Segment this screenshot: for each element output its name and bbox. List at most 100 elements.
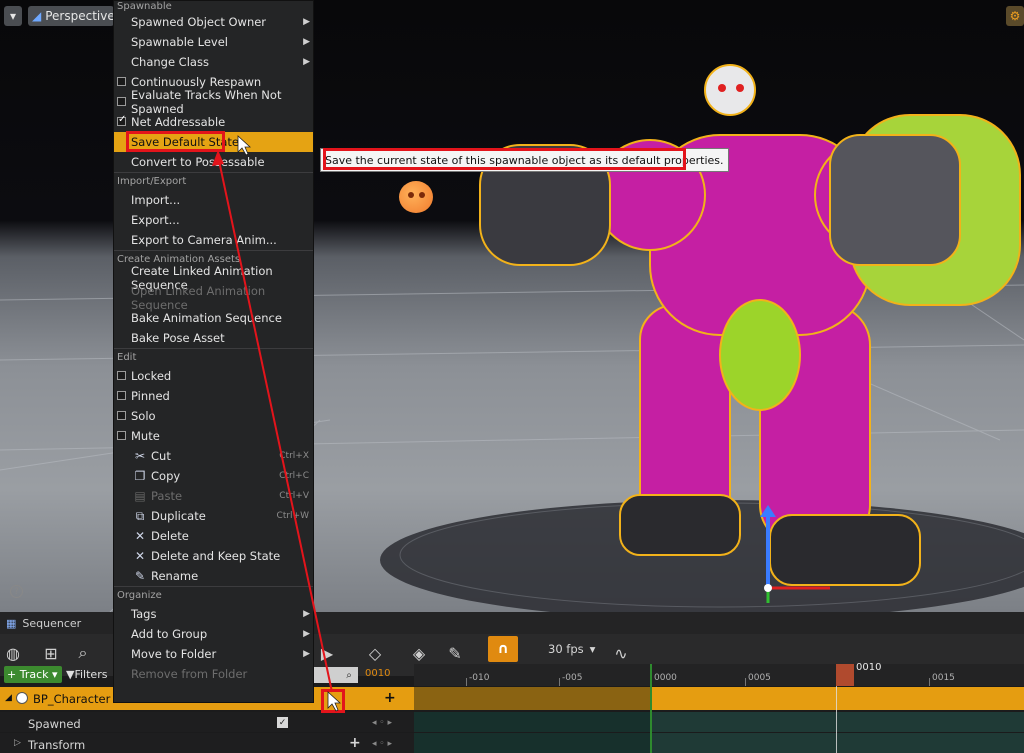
pen-icon[interactable]: ✎ <box>444 642 466 664</box>
menu-label: Export to Camera Anim... <box>131 233 277 247</box>
playhead-handle[interactable] <box>836 664 854 686</box>
spawned-checkbox[interactable]: ✓ <box>277 717 288 728</box>
menu-add-to-group[interactable]: Add to Group ▶ <box>114 624 313 644</box>
current-frame[interactable]: 0010 <box>365 668 390 679</box>
chevron-right-icon: ▶ <box>303 629 310 639</box>
tick-label: -005 <box>562 673 583 683</box>
menu-cut[interactable]: ✂ Cut Ctrl+X <box>114 446 313 466</box>
track-lane-pre-range <box>414 687 650 710</box>
filters-label: Filters <box>74 668 108 681</box>
menu-export-camera-anim[interactable]: Export to Camera Anim... <box>114 230 313 250</box>
add-subtrack-button[interactable]: + <box>384 690 396 706</box>
key-navigation-icon[interactable]: ◂ ◦ ▸ <box>372 739 392 749</box>
shortcut-label: Ctrl+C <box>279 471 309 481</box>
section-import-export: Import/Export <box>114 172 313 190</box>
menu-copy[interactable]: ❐ Copy Ctrl+C <box>114 466 313 486</box>
tick-label: 0015 <box>932 673 955 683</box>
menu-change-class[interactable]: Change Class ▶ <box>114 52 313 72</box>
playhead-frame: 0010 <box>856 662 882 673</box>
expand-arrow-icon[interactable]: ◢ <box>5 693 12 703</box>
viewport-settings-button[interactable]: ⚙ <box>1006 6 1024 26</box>
camera-icon: ◢ <box>32 9 42 23</box>
menu-locked[interactable]: Locked <box>114 366 313 386</box>
checkbox[interactable] <box>117 97 126 106</box>
menu-label: Convert to Possessable <box>131 155 265 169</box>
expand-arrow-icon[interactable]: ▷ <box>14 738 21 748</box>
menu-import[interactable]: Import... <box>114 190 313 210</box>
actor-icon <box>16 692 28 704</box>
snap-toggle-button[interactable]: ∩ <box>488 636 518 662</box>
chevron-right-icon: ▶ <box>303 609 310 619</box>
menu-label: Net Addressable <box>131 115 226 129</box>
chevron-right-icon: ▶ <box>303 17 310 27</box>
menu-label: Rename <box>151 569 199 583</box>
menu-net-addressable[interactable]: Net Addressable <box>114 112 313 132</box>
key-interp-icon[interactable]: ◇ <box>364 642 386 664</box>
menu-label: Spawned Object Owner <box>131 15 267 29</box>
menu-spawnable-level[interactable]: Spawnable Level ▶ <box>114 32 313 52</box>
menu-label: Tags <box>131 607 157 621</box>
tab-label: Sequencer <box>22 616 82 630</box>
help-icon[interactable]: ? <box>10 585 23 598</box>
track-name: Spawned <box>28 717 81 731</box>
menu-bake-animation[interactable]: Bake Animation Sequence <box>114 308 313 328</box>
play-icon[interactable]: ▶ <box>316 642 338 664</box>
checkbox[interactable] <box>117 77 126 86</box>
checkbox-checked[interactable] <box>117 114 126 126</box>
search-icon[interactable]: ⌕ <box>72 642 94 664</box>
filters-button[interactable]: ▼ Filters <box>66 666 107 683</box>
character-mesh[interactable] <box>470 55 1024 612</box>
menu-label: Solo <box>131 409 156 423</box>
filter-icon: ▼ <box>66 668 75 681</box>
delete-icon: ✕ <box>134 529 146 543</box>
menu-pinned[interactable]: Pinned <box>114 386 313 406</box>
menu-export[interactable]: Export... <box>114 210 313 230</box>
chevron-down-icon: ▾ <box>9 9 17 23</box>
menu-delete[interactable]: ✕ Delete <box>114 526 313 546</box>
key-navigation-icon[interactable]: ◂ ◦ ▸ <box>372 718 392 728</box>
viewport-options-button[interactable]: ▾ <box>4 6 22 26</box>
menu-move-to-folder[interactable]: Move to Folder ▶ <box>114 644 313 664</box>
menu-spawned-object-owner[interactable]: Spawned Object Owner ▶ <box>114 12 313 32</box>
chevron-down-icon: ▾ <box>48 668 58 681</box>
menu-label: Locked <box>131 369 172 383</box>
menu-bake-pose[interactable]: Bake Pose Asset <box>114 328 313 348</box>
menu-convert-to-possessable[interactable]: Convert to Possessable <box>114 152 313 172</box>
add-key-button[interactable]: + <box>349 735 361 751</box>
menu-open-linked-animation: Open Linked Animation Sequence <box>114 284 313 312</box>
tick-label: 0005 <box>748 673 771 683</box>
menu-label: Bake Pose Asset <box>131 331 225 345</box>
menu-rename[interactable]: ✎ Rename <box>114 566 313 586</box>
world-icon[interactable]: ◍ <box>2 642 24 664</box>
menu-duplicate[interactable]: ⧉ Duplicate Ctrl+W <box>114 506 313 526</box>
curve-editor-icon[interactable]: ∿ <box>610 642 632 664</box>
search-icon: ⌕ <box>342 668 356 682</box>
framerate-select[interactable]: 30 fps ▾ <box>548 640 595 658</box>
menu-tags[interactable]: Tags ▶ <box>114 604 313 624</box>
magnet-icon: ∩ <box>497 641 509 657</box>
rename-icon: ✎ <box>134 569 146 583</box>
perspective-button[interactable]: ◢ Perspective <box>28 6 115 26</box>
menu-evaluate-tracks[interactable]: Evaluate Tracks When Not Spawned <box>114 88 313 116</box>
tick-label: 0000 <box>654 673 677 683</box>
menu-label: Export... <box>131 213 180 227</box>
add-keyframe-icon[interactable]: ⊞ <box>40 642 62 664</box>
checkbox[interactable] <box>117 371 126 380</box>
checkbox[interactable] <box>117 391 126 400</box>
checkbox[interactable] <box>117 411 126 420</box>
tab-sequencer[interactable]: ▦ Sequencer <box>0 612 116 634</box>
tag-icon[interactable]: ◈ <box>408 642 430 664</box>
menu-delete-keep-state[interactable]: ✕ Delete and Keep State <box>114 546 313 566</box>
emoji-icon <box>399 181 433 213</box>
annotation-highlight-track-cursor <box>321 689 345 713</box>
menu-label: Move to Folder <box>131 647 217 661</box>
duplicate-icon: ⧉ <box>135 508 145 523</box>
menu-solo[interactable]: Solo <box>114 406 313 426</box>
add-track-label: Track <box>19 668 49 681</box>
menu-mute[interactable]: Mute <box>114 426 313 446</box>
add-track-button[interactable]: + Track ▾ <box>4 666 62 683</box>
time-ruler[interactable]: -010 -005 0000 0005 0015 <box>414 664 1024 686</box>
checkbox[interactable] <box>117 431 126 440</box>
context-menu: Spawnable Spawned Object Owner ▶ Spawnab… <box>113 0 314 703</box>
gear-icon: ⚙ <box>1009 9 1021 23</box>
